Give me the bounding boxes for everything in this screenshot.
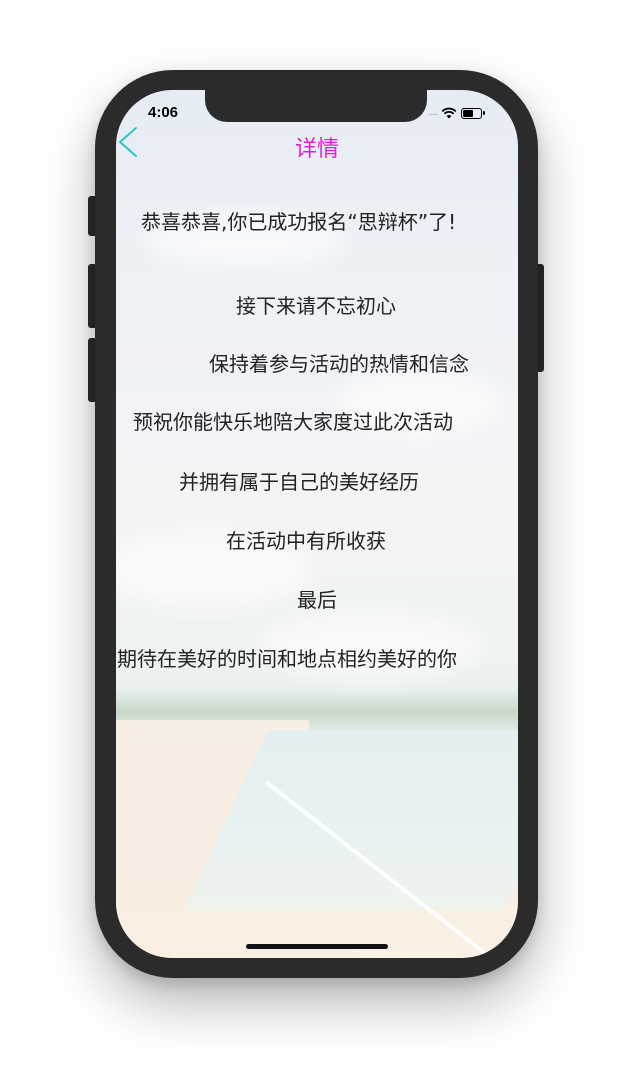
notch [205,90,427,122]
content-line: 最后 [297,588,337,612]
content-line: 预祝你能快乐地陪大家度过此次活动 [133,410,453,434]
status-time: 4:06 [148,104,179,121]
back-button[interactable] [112,126,146,160]
status-icons: ..... [428,106,486,120]
chevron-left-icon [119,127,137,157]
home-indicator [246,944,388,949]
content-line: 恭喜恭喜,你已成功报名“思辩杯”了! [141,210,457,234]
signal-icon: ..... [428,108,438,118]
content-line: 期待在美好的时间和地点相约美好的你 [117,647,457,671]
content-line: 在活动中有所收获 [226,529,386,553]
content-line: 并拥有属于自己的美好经历 [179,470,419,494]
content-line: 接下来请不忘初心 [236,294,396,318]
wifi-icon [441,107,457,119]
content-line: 保持着参与活动的热情和信念 [209,352,469,376]
page-title: 详情 [295,137,340,162]
battery-icon [461,107,486,119]
